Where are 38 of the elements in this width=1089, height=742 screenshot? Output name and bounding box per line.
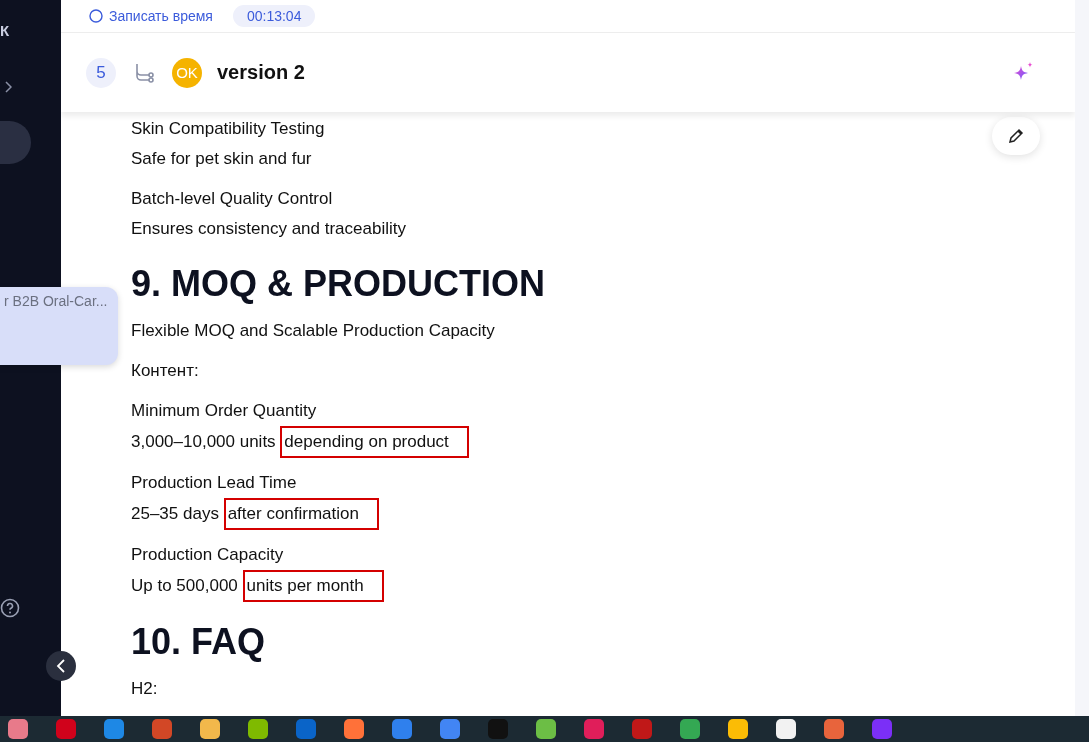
section-heading: 10. FAQ [131,620,267,664]
app-icon[interactable] [200,719,220,739]
app-icon[interactable] [8,719,28,739]
body-text: 3,000–10,000 units [131,432,276,451]
body-text: Контент: [131,360,199,382]
count-badge: 5 [86,57,116,88]
body-text: Up to 500,000 [131,576,238,595]
avatar: OK [172,57,202,88]
timer-button[interactable]: 00:13:04 [232,5,316,27]
record-time-button[interactable]: Записать время [89,8,213,24]
body-text: Production Capacity [131,544,284,566]
app-icon[interactable] [536,719,556,739]
body-text: Batch-level Quality Control [131,188,333,210]
app-icon[interactable] [344,719,364,739]
body-text: 25–35 days [131,504,219,523]
annotated-text: units per month [242,570,384,602]
body-text: Production Lead Time [131,472,297,494]
body-text: Ensures consistency and traceability [131,218,406,240]
sidebar-title: К [0,22,10,39]
app-icon[interactable] [776,719,796,739]
annotated-text: after confirmation [223,498,379,530]
app-icon[interactable] [248,719,268,739]
annotated-text: depending on product [280,426,469,458]
help-icon[interactable] [0,598,20,618]
section-heading: 9. MOQ & PRODUCTION [131,262,547,306]
collapse-button[interactable] [46,651,76,681]
body-text: Skin Compatibility Testing [131,118,325,140]
chevron-left-icon [56,659,66,673]
chevron-right-icon[interactable] [4,81,12,93]
body-text: Safe for pet skin and fur [131,148,312,170]
tooltip: r B2B Oral-Car... [0,287,118,365]
app-icon[interactable] [728,719,748,739]
body-text: Flexible MOQ and Scalable Production Capacity [131,320,495,342]
pencil-icon [1007,127,1025,145]
body-text: Minimum Order Quantity [131,400,317,422]
body-text: H2: [131,678,158,700]
document-title: version 2 [217,61,305,84]
edit-button[interactable] [992,117,1040,155]
